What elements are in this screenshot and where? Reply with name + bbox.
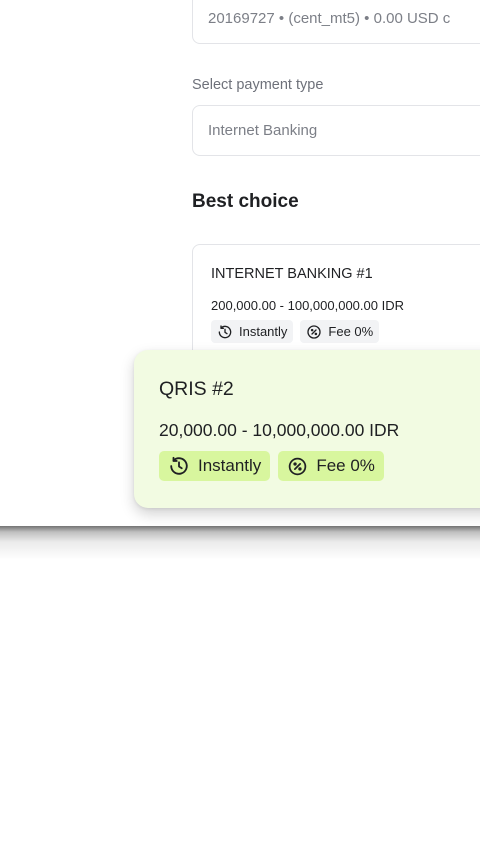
- percent-circle-icon: [289, 457, 307, 475]
- payment-method-badges: Instantly Fee 0%: [159, 451, 384, 481]
- best-choice-heading: Best choice: [192, 191, 299, 212]
- payment-method-badges: Instantly Fee 0%: [211, 320, 380, 343]
- payment-method-card-qris[interactable]: QRIS #2 20,000.00 - 10,000,000.00 IDR In…: [134, 350, 480, 508]
- percent-circle-icon: [307, 324, 322, 339]
- payment-type-select[interactable]: Internet Banking: [192, 105, 480, 156]
- fee-label: Fee 0%: [328, 324, 374, 339]
- account-summary: 20169727 • (cent_mt5) • 0.00 USD c: [208, 10, 451, 27]
- clock-history-icon: [218, 324, 232, 338]
- payment-type-label: Select payment type: [192, 77, 324, 93]
- clock-history-icon: [170, 456, 188, 475]
- account-select[interactable]: 20169727 • (cent_mt5) • 0.00 USD c: [192, 0, 480, 44]
- fee-badge: Fee 0%: [278, 451, 384, 481]
- screen: 20169727 • (cent_mt5) • 0.00 USD c Selec…: [0, 0, 480, 854]
- payment-type-value: Internet Banking: [208, 122, 318, 139]
- deposit-panel: 20169727 • (cent_mt5) • 0.00 USD c Selec…: [0, 0, 480, 528]
- speed-badge: Instantly: [211, 320, 294, 343]
- panel-edge-shadow: [0, 526, 480, 560]
- payment-method-name: INTERNET BANKING #1: [211, 266, 373, 282]
- speed-badge: Instantly: [159, 451, 271, 481]
- fee-badge: Fee 0%: [300, 320, 380, 343]
- speed-label: Instantly: [239, 324, 288, 339]
- speed-label: Instantly: [198, 456, 262, 475]
- payment-method-name: QRIS #2: [159, 378, 234, 400]
- payment-method-range: 20,000.00 - 10,000,000.00 IDR: [159, 420, 400, 440]
- fee-label: Fee 0%: [316, 456, 375, 475]
- payment-method-range: 200,000.00 - 100,000,000.00 IDR: [211, 298, 404, 313]
